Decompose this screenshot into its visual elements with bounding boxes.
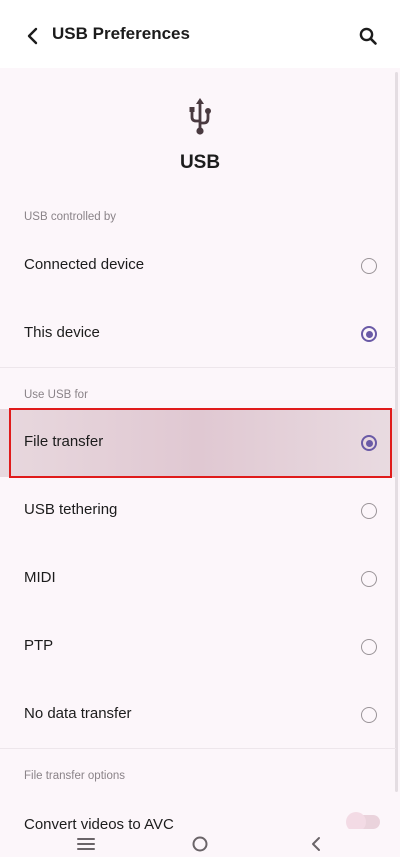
radio-button-checked[interactable]	[361, 326, 377, 342]
radio-button[interactable]	[361, 707, 377, 723]
option-label: Convert videos to AVC	[24, 816, 174, 829]
app-bar: USB Preferences	[0, 0, 400, 68]
option-convert-videos[interactable]: Convert videos to AVC	[0, 792, 396, 829]
radio-button[interactable]	[361, 503, 377, 519]
menu-icon[interactable]	[74, 835, 98, 853]
usb-icon	[189, 98, 211, 135]
usb-title: USB	[179, 152, 221, 173]
search-button[interactable]	[354, 22, 382, 50]
selection-highlight-box	[9, 408, 392, 478]
option-label: Connected device	[24, 256, 145, 273]
section-label-file-transfer-options: File transfer options	[24, 770, 125, 782]
option-label: USB tethering	[24, 501, 118, 518]
section-label-controlled-by: USB controlled by	[24, 211, 117, 223]
back-icon[interactable]	[304, 835, 328, 853]
usb-header: USB	[0, 96, 400, 178]
chevron-left-icon	[27, 27, 38, 45]
option-ptp[interactable]: PTP	[0, 613, 396, 681]
option-midi[interactable]: MIDI	[0, 545, 396, 613]
option-label: No data transfer	[24, 705, 132, 722]
option-no-data-transfer[interactable]: No data transfer	[0, 681, 396, 749]
option-this-device[interactable]: This device	[0, 300, 396, 368]
option-label: MIDI	[24, 569, 56, 586]
radio-button[interactable]	[361, 571, 377, 587]
option-label: This device	[24, 324, 100, 341]
home-icon[interactable]	[188, 835, 212, 853]
back-button[interactable]	[18, 22, 46, 50]
system-nav-bar	[0, 829, 400, 857]
radio-button[interactable]	[361, 639, 377, 655]
radio-button[interactable]	[361, 258, 377, 274]
search-icon	[359, 27, 377, 45]
convert-videos-toggle[interactable]	[346, 812, 380, 832]
option-label: PTP	[24, 637, 54, 654]
option-usb-tethering[interactable]: USB tethering	[0, 477, 396, 545]
option-connected-device[interactable]: Connected device	[0, 232, 396, 300]
divider	[0, 367, 396, 368]
section-label-use-for: Use USB for	[24, 389, 88, 401]
divider	[0, 748, 396, 749]
page-title: USB Preferences	[52, 24, 190, 43]
